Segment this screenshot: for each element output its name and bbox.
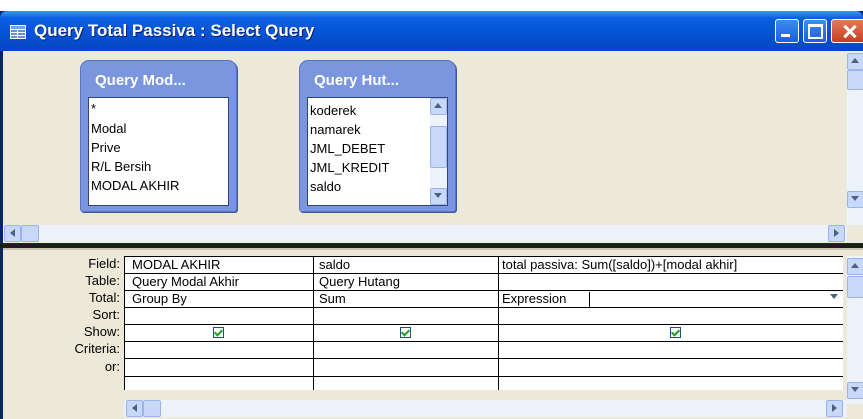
arrow-left-icon <box>10 229 15 237</box>
scroll-down-button[interactable] <box>847 191 863 208</box>
scroll-thumb[interactable] <box>847 70 863 90</box>
grid-line <box>124 376 843 377</box>
scroll-right-button[interactable] <box>828 225 845 242</box>
field-item[interactable]: Prive <box>91 140 121 155</box>
text-caret <box>589 292 590 307</box>
query-design-grid[interactable]: MODAL AKHIR Query Modal Akhir Group By s… <box>124 256 843 390</box>
scroll-left-button[interactable] <box>126 400 143 417</box>
row-label-field: Field: <box>88 256 120 271</box>
arrow-right-icon <box>832 404 837 412</box>
table-area: Query Mod... * Modal Prive R/L Bersih MO… <box>3 51 847 225</box>
grid-line <box>124 256 125 390</box>
close-button[interactable] <box>831 19 863 43</box>
grid-cell-field[interactable]: saldo <box>319 257 495 272</box>
maximize-button[interactable] <box>803 19 827 43</box>
grid-cell-total[interactable]: Expression <box>502 291 592 306</box>
grid-cell-total[interactable]: Sum <box>319 291 495 306</box>
window-title: Query Total Passiva : Select Query <box>34 21 315 40</box>
grid-line <box>124 358 843 359</box>
table-pane-vertical-scrollbar[interactable] <box>847 51 863 225</box>
field-item[interactable]: * <box>91 101 96 116</box>
field-list-query-modal[interactable]: Query Mod... * Modal Prive R/L Bersih MO… <box>80 60 237 212</box>
arrow-left-icon <box>132 404 137 412</box>
query-icon <box>10 25 26 39</box>
scroll-up-button[interactable] <box>430 98 447 115</box>
field-item[interactable]: koderek <box>310 103 356 118</box>
title-bar[interactable]: Query Total Passiva : Select Query <box>0 11 863 51</box>
field-item[interactable]: JML_DEBET <box>310 141 385 156</box>
minimize-button[interactable] <box>775 19 799 43</box>
grid-line <box>313 256 314 390</box>
dropdown-arrow-icon[interactable] <box>830 294 838 299</box>
grid-line <box>498 256 499 390</box>
table-pane-horizontal-scrollbar[interactable] <box>3 225 847 242</box>
row-label-table: Table: <box>85 273 120 288</box>
arrow-down-icon <box>851 196 859 201</box>
field-item[interactable]: JML_KREDIT <box>310 160 389 175</box>
grid-horizontal-scrollbar[interactable] <box>124 400 847 417</box>
scroll-thumb[interactable] <box>143 400 161 417</box>
arrow-up-icon <box>851 58 859 63</box>
grid-line <box>124 341 843 342</box>
scroll-thumb[interactable] <box>430 126 447 168</box>
grid-cell-field[interactable]: total passiva: Sum([saldo])+[modal akhir… <box>502 257 842 272</box>
show-checkbox[interactable] <box>213 327 224 338</box>
field-list-query-hutang[interactable]: Query Hut... koderek namarek JML_DEBET J… <box>299 60 456 212</box>
field-list-title[interactable]: Query Mod... <box>95 72 186 89</box>
arrow-up-icon <box>851 263 859 268</box>
scroll-up-button[interactable] <box>847 258 863 275</box>
row-label-show: Show: <box>83 324 120 339</box>
arrow-right-icon <box>834 229 839 237</box>
scroll-down-button[interactable] <box>847 382 863 399</box>
row-label-total: Total: <box>88 290 120 305</box>
arrow-down-icon <box>851 387 859 392</box>
scroll-down-button[interactable] <box>430 188 447 205</box>
scroll-right-button[interactable] <box>826 400 843 417</box>
scroll-left-button[interactable] <box>4 225 21 242</box>
field-item[interactable]: Modal <box>91 121 126 136</box>
grid-line <box>124 307 843 308</box>
table-pane[interactable]: Query Mod... * Modal Prive R/L Bersih MO… <box>3 51 863 243</box>
query-window: Query Total Passiva : Select Query Query… <box>0 11 863 419</box>
cut-off-document-text <box>0 0 863 11</box>
field-list-box: koderek namarek JML_DEBET JML_KREDIT sal… <box>307 97 448 206</box>
field-list-title[interactable]: Query Hut... <box>314 72 399 89</box>
design-grid-pane[interactable]: Field: Table: Total: Sort: Show: Criteri… <box>3 250 863 419</box>
row-label-sort: Sort: <box>92 307 120 322</box>
grid-line <box>124 324 843 325</box>
grid-cell-field[interactable]: MODAL AKHIR <box>132 257 310 272</box>
scroll-up-button[interactable] <box>847 53 863 70</box>
field-item[interactable]: MODAL AKHIR <box>91 178 179 193</box>
grid-vertical-scrollbar[interactable] <box>847 256 863 404</box>
row-label-criteria: Criteria: <box>74 341 120 356</box>
field-list-box: * Modal Prive R/L Bersih MODAL AKHIR <box>88 97 229 206</box>
arrow-up-icon <box>434 103 442 108</box>
field-item[interactable]: R/L Bersih <box>91 159 151 174</box>
scroll-thumb[interactable] <box>847 276 863 298</box>
field-item[interactable]: namarek <box>310 122 361 137</box>
grid-cell-total[interactable]: Group By <box>132 291 310 306</box>
grid-cell-table[interactable]: Query Hutang <box>319 274 495 289</box>
grid-cell-table[interactable]: Query Modal Akhir <box>132 274 310 289</box>
field-item[interactable]: saldo <box>310 179 341 194</box>
arrow-down-icon <box>434 193 442 198</box>
field-list-scrollbar[interactable] <box>430 98 447 205</box>
scroll-thumb[interactable] <box>21 225 39 242</box>
row-label-or: or: <box>104 359 120 374</box>
show-checkbox[interactable] <box>400 327 411 338</box>
show-checkbox[interactable] <box>670 327 681 338</box>
